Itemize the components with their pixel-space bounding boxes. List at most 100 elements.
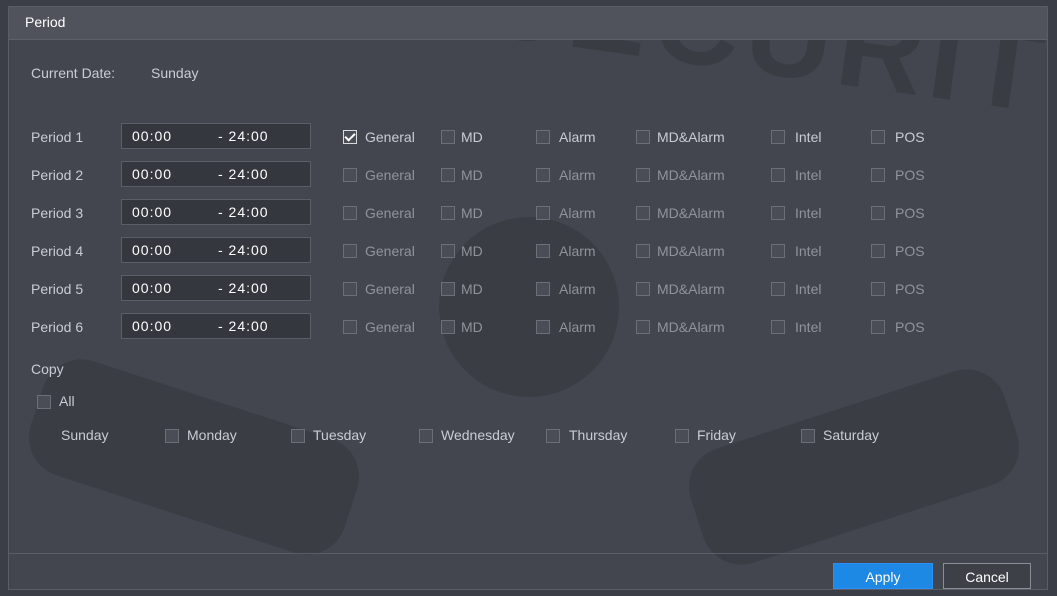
option-checkbox-alarm[interactable] <box>536 206 550 220</box>
option-label: General <box>365 129 415 145</box>
option-checkbox-md-and-alarm[interactable] <box>636 130 650 144</box>
end-time[interactable]: - 24:00 <box>218 318 269 334</box>
copy-day-checkbox-monday[interactable] <box>165 429 179 443</box>
option-checkbox-intel[interactable] <box>771 244 785 258</box>
end-time[interactable]: - 24:00 <box>218 242 269 258</box>
period-label: Period 3 <box>31 205 84 221</box>
period-row: Period 3 00:00 - 24:00 General MD Alarm MD&Ala… <box>9 199 1047 229</box>
option-label: MD <box>461 243 483 259</box>
option-checkbox-md[interactable] <box>441 168 455 182</box>
option-checkbox-pos[interactable] <box>871 206 885 220</box>
watermark-camera-left <box>18 348 370 566</box>
option-label: Intel <box>795 129 822 145</box>
option-label: MD <box>461 129 483 145</box>
end-time[interactable]: - 24:00 <box>218 166 269 182</box>
apply-button[interactable]: Apply <box>833 563 933 589</box>
copy-day-checkbox-friday[interactable] <box>675 429 689 443</box>
option-label: POS <box>895 281 925 297</box>
copy-day-checkbox-thursday[interactable] <box>546 429 560 443</box>
option-checkbox-md[interactable] <box>441 320 455 334</box>
period-label: Period 4 <box>31 243 84 259</box>
copy-day-label-wednesday: Wednesday <box>441 427 515 443</box>
option-checkbox-general[interactable] <box>343 168 357 182</box>
option-label: Alarm <box>559 281 596 297</box>
end-time[interactable]: - 24:00 <box>218 128 269 144</box>
start-time[interactable]: 00:00 <box>132 318 172 334</box>
option-label: General <box>365 205 415 221</box>
time-range-input[interactable]: 00:00 - 24:00 <box>121 313 311 339</box>
option-label: Intel <box>795 281 822 297</box>
end-time[interactable]: - 24:00 <box>218 280 269 296</box>
time-range-input[interactable]: 00:00 - 24:00 <box>121 123 311 149</box>
start-time[interactable]: 00:00 <box>132 128 172 144</box>
option-checkbox-md[interactable] <box>441 282 455 296</box>
current-date-value: Sunday <box>151 65 199 81</box>
option-checkbox-md-and-alarm[interactable] <box>636 282 650 296</box>
option-checkbox-intel[interactable] <box>771 130 785 144</box>
option-checkbox-md-and-alarm[interactable] <box>636 320 650 334</box>
option-checkbox-md[interactable] <box>441 244 455 258</box>
option-label: MD&Alarm <box>657 319 725 335</box>
period-label: Period 2 <box>31 167 84 183</box>
copy-day-label-friday: Friday <box>697 427 736 443</box>
option-checkbox-alarm[interactable] <box>536 282 550 296</box>
option-checkbox-general[interactable] <box>343 282 357 296</box>
option-checkbox-alarm[interactable] <box>536 320 550 334</box>
option-checkbox-alarm[interactable] <box>536 130 550 144</box>
option-checkbox-intel[interactable] <box>771 168 785 182</box>
footer-divider <box>9 553 1047 554</box>
option-label: POS <box>895 129 925 145</box>
option-label: Intel <box>795 319 822 335</box>
option-label: MD&Alarm <box>657 205 725 221</box>
option-checkbox-pos[interactable] <box>871 130 885 144</box>
time-range-input[interactable]: 00:00 - 24:00 <box>121 237 311 263</box>
option-checkbox-general[interactable] <box>343 206 357 220</box>
option-label: POS <box>895 243 925 259</box>
option-checkbox-intel[interactable] <box>771 320 785 334</box>
end-time[interactable]: - 24:00 <box>218 204 269 220</box>
option-checkbox-general[interactable] <box>343 130 357 144</box>
start-time[interactable]: 00:00 <box>132 242 172 258</box>
option-label: Alarm <box>559 167 596 183</box>
option-checkbox-intel[interactable] <box>771 282 785 296</box>
option-checkbox-md[interactable] <box>441 206 455 220</box>
watermark-camera-right <box>678 358 1030 576</box>
copy-day-checkbox-tuesday[interactable] <box>291 429 305 443</box>
copy-day-checkbox-wednesday[interactable] <box>419 429 433 443</box>
copy-label: Copy <box>31 361 64 377</box>
option-label: MD&Alarm <box>657 167 725 183</box>
option-checkbox-general[interactable] <box>343 244 357 258</box>
period-row: Period 1 00:00 - 24:00 General MD Alarm MD&Ala… <box>9 123 1047 153</box>
option-checkbox-md[interactable] <box>441 130 455 144</box>
start-time[interactable]: 00:00 <box>132 204 172 220</box>
period-dialog: SAM SECURITY Period Current Date: Sunday… <box>8 6 1048 590</box>
option-checkbox-md-and-alarm[interactable] <box>636 168 650 182</box>
period-row: Period 2 00:00 - 24:00 General MD Alarm MD&Ala… <box>9 161 1047 191</box>
start-time[interactable]: 00:00 <box>132 280 172 296</box>
option-label: POS <box>895 167 925 183</box>
option-checkbox-alarm[interactable] <box>536 168 550 182</box>
option-checkbox-pos[interactable] <box>871 320 885 334</box>
period-label: Period 1 <box>31 129 84 145</box>
option-checkbox-md-and-alarm[interactable] <box>636 244 650 258</box>
copy-all-checkbox[interactable] <box>37 395 51 409</box>
start-time[interactable]: 00:00 <box>132 166 172 182</box>
copy-all-label: All <box>59 393 75 409</box>
option-label: MD&Alarm <box>657 281 725 297</box>
option-checkbox-pos[interactable] <box>871 168 885 182</box>
option-checkbox-pos[interactable] <box>871 282 885 296</box>
option-checkbox-pos[interactable] <box>871 244 885 258</box>
copy-day-checkbox-saturday[interactable] <box>801 429 815 443</box>
time-range-input[interactable]: 00:00 - 24:00 <box>121 199 311 225</box>
time-range-input[interactable]: 00:00 - 24:00 <box>121 161 311 187</box>
copy-day-label-monday: Monday <box>187 427 237 443</box>
option-label: General <box>365 243 415 259</box>
option-checkbox-md-and-alarm[interactable] <box>636 206 650 220</box>
option-checkbox-general[interactable] <box>343 320 357 334</box>
time-range-input[interactable]: 00:00 - 24:00 <box>121 275 311 301</box>
option-label: MD <box>461 167 483 183</box>
dialog-title: Period <box>25 14 66 30</box>
cancel-button[interactable]: Cancel <box>943 563 1031 589</box>
option-checkbox-intel[interactable] <box>771 206 785 220</box>
option-checkbox-alarm[interactable] <box>536 244 550 258</box>
